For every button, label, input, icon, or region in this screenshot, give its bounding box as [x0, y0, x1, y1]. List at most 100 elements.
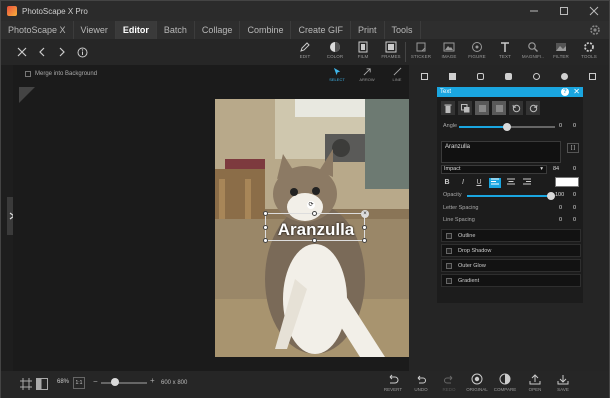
split-view-icon[interactable]	[35, 377, 49, 391]
text-options-button[interactable]: [ ]	[567, 143, 579, 153]
grid-icon[interactable]	[19, 377, 33, 391]
shape-rect-outline[interactable]	[417, 69, 431, 83]
delete-button[interactable]	[441, 101, 455, 115]
menu-batch[interactable]: Batch	[157, 21, 195, 39]
effect-outer-glow[interactable]: Outer Glow	[441, 259, 581, 272]
menu-create-gif[interactable]: Create GIF	[291, 21, 351, 39]
next-button[interactable]	[55, 42, 69, 62]
shape-rounded-outline[interactable]	[473, 69, 487, 83]
delete-text-icon[interactable]: ×	[361, 210, 369, 218]
close-panel-icon[interactable]: ✕	[573, 87, 580, 97]
underline-button[interactable]: U	[473, 178, 485, 188]
tool-magnifier[interactable]: MAGNIFI..	[519, 41, 547, 65]
bottom-tool-label: UNDO	[414, 387, 428, 392]
shape-rect-filled[interactable]	[445, 69, 459, 83]
align-right-button[interactable]	[521, 178, 533, 188]
select-icon	[333, 67, 340, 76]
align-button[interactable]	[475, 101, 489, 115]
shape-circle-filled[interactable]	[557, 69, 571, 83]
gradient-checkbox[interactable]	[446, 277, 452, 284]
help-icon[interactable]: ?	[561, 88, 569, 96]
rotate-left-button[interactable]	[509, 101, 523, 115]
close-button[interactable]	[579, 1, 609, 21]
menu-editor[interactable]: Editor	[115, 21, 157, 39]
tool-tools[interactable]: TOOLS	[575, 41, 603, 65]
tool-text[interactable]: TEXT	[491, 41, 519, 65]
menu-print[interactable]: Print	[351, 21, 385, 39]
shape-circle-outline[interactable]	[529, 69, 543, 83]
tool-figure[interactable]: FIGURE	[463, 41, 491, 65]
outer-glow-checkbox[interactable]	[446, 262, 452, 269]
shape-rounded-filled[interactable]	[501, 69, 515, 83]
close-image-button[interactable]	[15, 42, 29, 62]
opacity-value[interactable]: 100	[555, 192, 564, 198]
duplicate-button[interactable]	[458, 101, 472, 115]
tool-frames[interactable]: FRAMES	[377, 41, 405, 65]
align-left-button[interactable]	[489, 178, 501, 188]
menu-viewer[interactable]: Viewer	[74, 21, 116, 39]
revert-button[interactable]: REVERT	[379, 373, 407, 397]
settings-gear-icon[interactable]	[589, 24, 601, 36]
zoom-slider-knob[interactable]	[110, 378, 119, 386]
effect-drop-shadow[interactable]: Drop Shadow	[441, 244, 581, 257]
open-button[interactable]: OPEN	[521, 373, 549, 397]
zoom-slider-track[interactable]	[101, 382, 147, 384]
bold-button[interactable]: B	[441, 178, 453, 188]
resize-handle[interactable]	[312, 211, 317, 216]
subtool-arrow[interactable]: ARROW	[355, 67, 379, 85]
compare-button[interactable]: COMPARE	[491, 373, 519, 397]
text-color-swatch[interactable]	[555, 177, 579, 187]
tool-film[interactable]: FILM	[349, 41, 377, 65]
merge-into-background[interactable]: Merge into Background	[25, 71, 97, 77]
tool-color[interactable]: COLOR	[321, 41, 349, 65]
resize-handle[interactable]	[263, 238, 268, 243]
font-select[interactable]: Impact ▾	[441, 165, 547, 174]
redo-button[interactable]: REDO	[435, 373, 463, 397]
angle-value[interactable]: 0	[559, 123, 562, 129]
merge-checkbox[interactable]	[25, 71, 31, 77]
resize-handle[interactable]	[362, 225, 367, 230]
zoom-in-icon[interactable]: +	[150, 376, 155, 385]
outline-checkbox[interactable]	[446, 232, 452, 239]
tool-filter[interactable]: FILTER	[547, 41, 575, 65]
distribute-button[interactable]	[492, 101, 506, 115]
merge-label: Merge into Background	[35, 71, 98, 77]
menu-tools[interactable]: Tools	[385, 21, 421, 39]
align-center-button[interactable]	[505, 178, 517, 188]
resize-handle[interactable]	[362, 238, 367, 243]
tool-sticker[interactable]: STICKER	[407, 41, 435, 65]
rotate-handle-icon[interactable]: ⟳	[307, 201, 315, 209]
tool-edit[interactable]: EDIT	[291, 41, 319, 65]
info-button[interactable]	[75, 42, 89, 62]
angle-slider-knob[interactable]	[503, 123, 511, 131]
actual-size-button[interactable]: 1:1	[73, 377, 85, 389]
subtool-select[interactable]: SELECT	[325, 67, 349, 85]
previous-button[interactable]	[35, 42, 49, 62]
resize-handle[interactable]	[312, 238, 317, 243]
shape-square-small[interactable]	[585, 69, 599, 83]
effect-outline[interactable]: Outline	[441, 229, 581, 242]
maximize-button[interactable]	[549, 1, 579, 21]
subtool-line[interactable]: LINE	[385, 67, 409, 85]
line-spacing-label: Line Spacing	[443, 217, 475, 223]
resize-handle[interactable]	[263, 225, 268, 230]
text-content-input[interactable]: Aranzulla	[441, 141, 561, 163]
menu-collage[interactable]: Collage	[195, 21, 241, 39]
minimize-button[interactable]	[519, 1, 549, 21]
zoom-out-icon[interactable]: −	[93, 377, 98, 386]
letter-spacing-value[interactable]: 0	[559, 205, 562, 211]
tool-image[interactable]: IMAGE	[435, 41, 463, 65]
menu-combine[interactable]: Combine	[240, 21, 292, 39]
original-button[interactable]: ORIGINAL	[463, 373, 491, 397]
resize-handle[interactable]	[263, 211, 268, 216]
rotate-right-button[interactable]	[526, 101, 540, 115]
opacity-slider-knob[interactable]	[547, 192, 555, 200]
font-size-value[interactable]: 84	[553, 165, 565, 174]
undo-button[interactable]: UNDO	[407, 373, 435, 397]
menu-photoscape-x[interactable]: PhotoScape X	[1, 21, 74, 39]
italic-button[interactable]: I	[457, 178, 469, 188]
effect-gradient[interactable]: Gradient	[441, 274, 581, 287]
save-button[interactable]: SAVE	[549, 373, 577, 397]
line-spacing-value[interactable]: 0	[559, 217, 562, 223]
drop-shadow-checkbox[interactable]	[446, 247, 452, 254]
